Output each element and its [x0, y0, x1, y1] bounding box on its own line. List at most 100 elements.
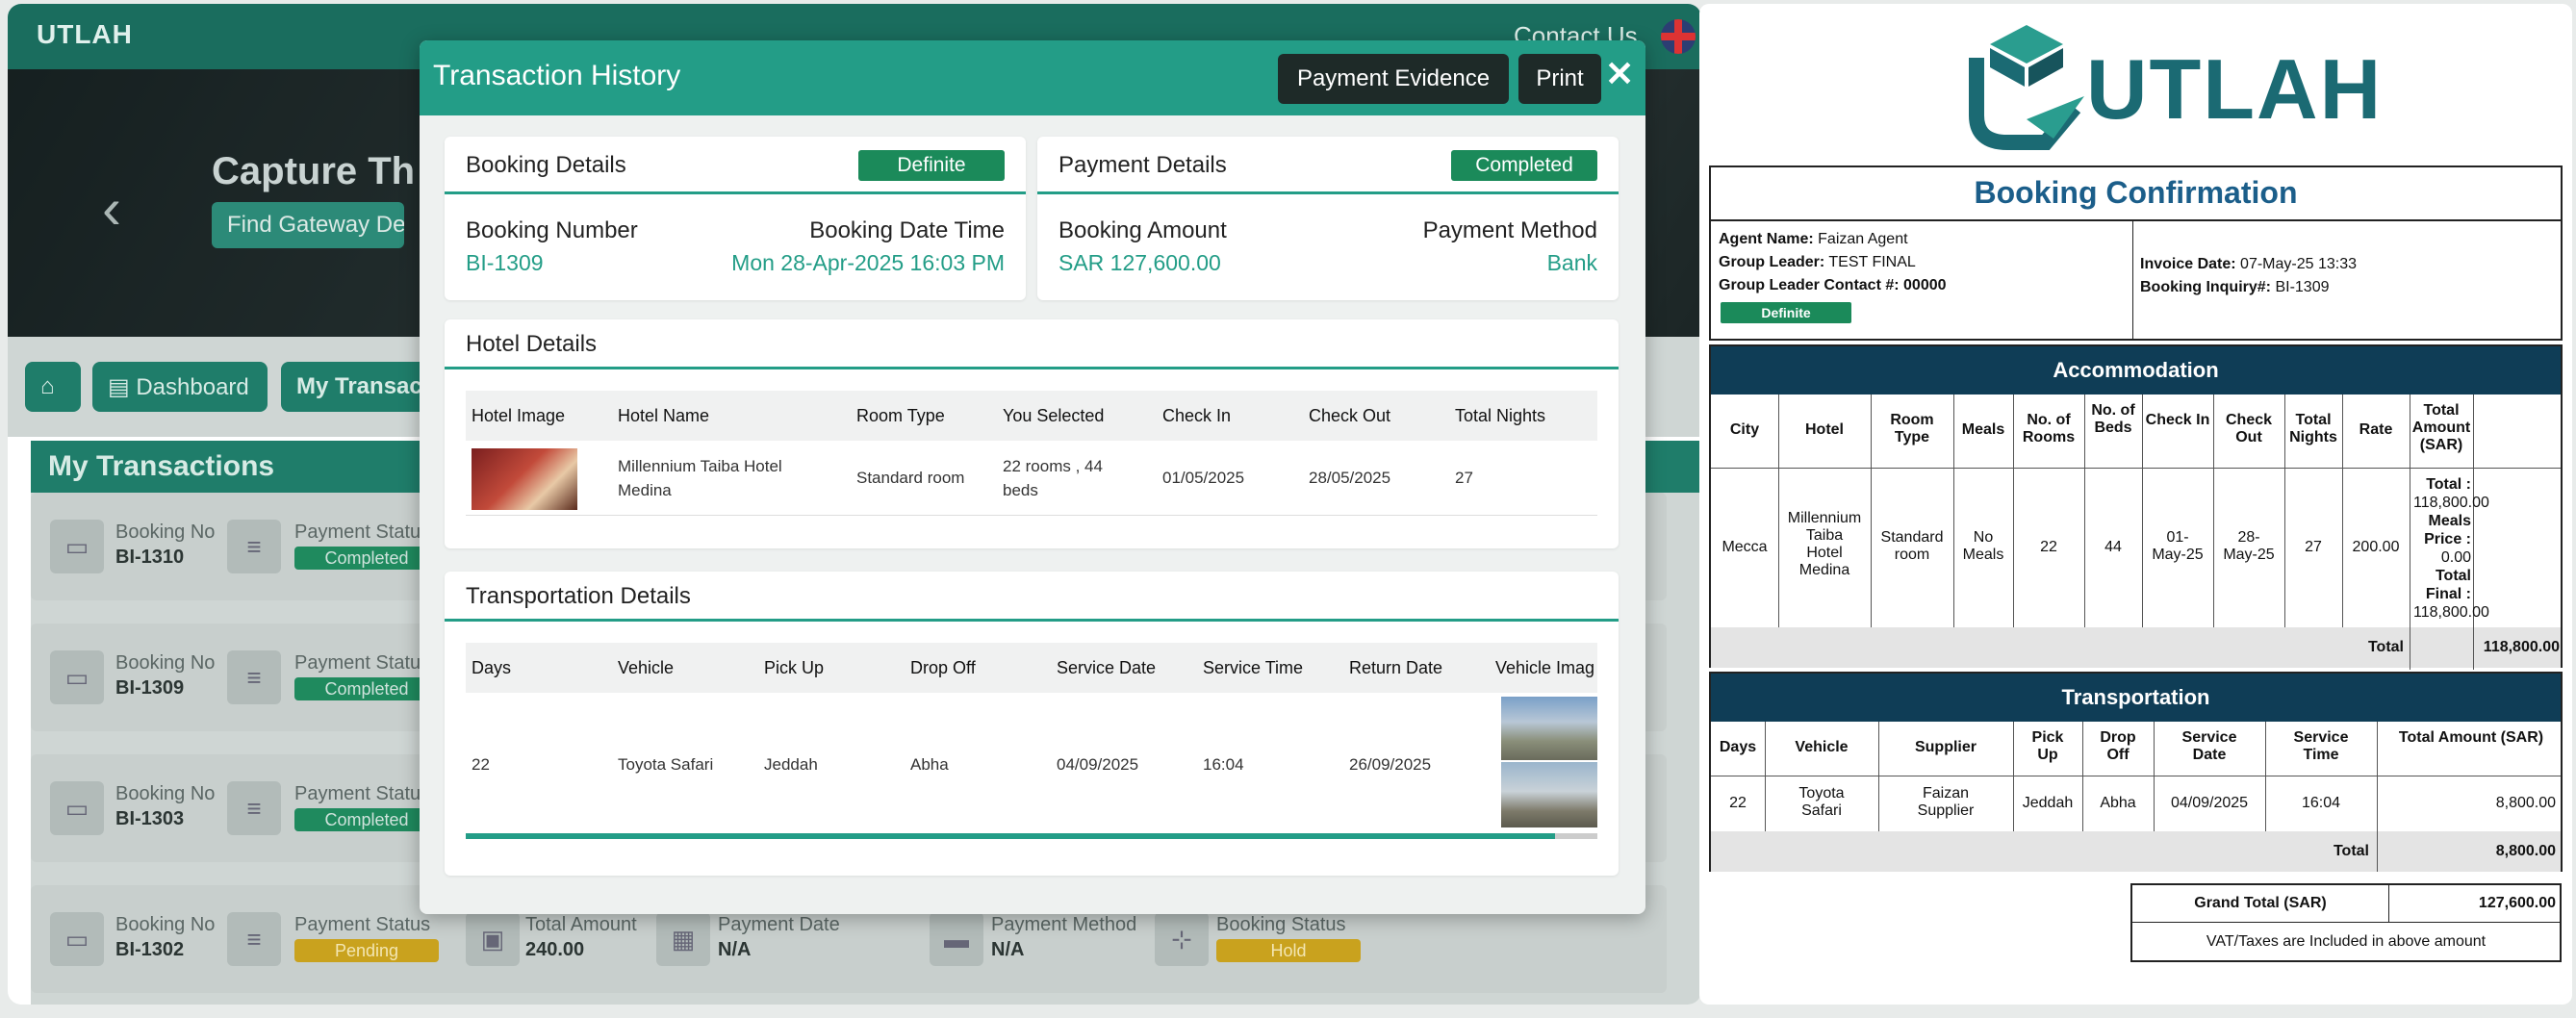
col-header: Hotel: [1805, 421, 1844, 438]
col-header: Days: [472, 658, 512, 677]
card-title: Booking Details: [466, 152, 626, 178]
booking-no-label: Booking No: [115, 522, 216, 543]
confirmation-header-box: Booking Confirmation Agent Name: Faizan …: [1709, 165, 2563, 341]
booking-datetime-value: Mon 28-Apr-2025 16:03 PM: [731, 250, 1005, 275]
booking-inquiry: Booking Inquiry#: BI-1309: [2140, 279, 2330, 295]
drop-off: Abha: [910, 755, 949, 774]
chevron-left-icon[interactable]: ‹: [102, 175, 121, 242]
payment-date-value: N/A: [718, 939, 752, 960]
site-logo[interactable]: UTLAH: [37, 19, 133, 50]
utlah-logo: UTLAH: [1959, 19, 2381, 154]
payment-date-label: Payment Date: [718, 914, 840, 935]
hotel-name: Millennium Taiba Hotel Medina: [618, 457, 782, 499]
transport-table-header: Days Vehicle Pick Up Drop Off Service Da…: [466, 643, 1597, 693]
total-amount: 8,800.00: [2495, 795, 2556, 811]
status-badge: Completed: [294, 547, 439, 570]
divider: [2377, 722, 2378, 872]
vehicle: Toyota Safari: [1798, 785, 1845, 819]
id-card-icon: ▭: [50, 650, 104, 704]
meals-price-value: 0.00: [2440, 549, 2471, 566]
col-header: Check Out: [2225, 412, 2273, 445]
accommodation-band: Accommodation: [1711, 346, 2561, 394]
status-badge: Completed: [294, 808, 439, 831]
amount-breakdown: Total : 118,800.00 Meals Price : 0.00 To…: [2413, 475, 2489, 622]
divider: [2132, 221, 2133, 341]
booking-no-value: BI-1302: [115, 939, 185, 960]
payment-status-label: Payment Status: [294, 914, 431, 935]
divider: [2132, 922, 2560, 923]
group-leader-contact: Group Leader Contact #: 00000: [1719, 277, 1947, 293]
col-header: Room Type: [856, 406, 945, 425]
col-header: Rate: [2359, 421, 2393, 438]
col-header: Total Nights: [1455, 406, 1546, 425]
service-time: 16:04: [2301, 795, 2341, 811]
transport-total-label: Total: [2333, 843, 2369, 859]
check-in: 01-May-25: [2152, 529, 2204, 563]
no-of-rooms: 22: [2040, 539, 2057, 555]
card-header: Booking Details Definite: [445, 137, 1026, 194]
total-nights: 27: [1455, 469, 1473, 487]
status-badge: Hold: [1216, 939, 1361, 962]
col-header: Vehicle Imag: [1495, 658, 1595, 677]
total-amount-value: 240.00: [525, 939, 585, 960]
my-transactions-tab[interactable]: My Transact: [281, 362, 435, 412]
uk-flag-icon[interactable]: [1661, 19, 1696, 54]
col-header: Check Out: [1309, 406, 1391, 425]
booking-no-value: BI-1309: [115, 677, 185, 699]
booking-no-label: Booking No: [115, 783, 216, 804]
agent-name: Agent Name: Faizan Agent: [1719, 231, 1908, 247]
payment-details-card: Payment Details Completed Booking Amount…: [1037, 137, 1619, 300]
total-final-value: 118,800.00: [2413, 604, 2489, 621]
rate: 200.00: [2352, 539, 2400, 555]
hero-title: Capture Th: [212, 150, 416, 192]
payment-method-label: Payment Method: [991, 914, 1137, 935]
dashboard-button[interactable]: ▤ Dashboard: [92, 362, 268, 412]
horizontal-scrollbar[interactable]: [466, 833, 1597, 839]
vat-note: VAT/Taxes are Included in above amount: [2206, 933, 2487, 950]
transaction-history-modal: Transaction History Payment Evidence Pri…: [420, 40, 1645, 914]
hotel-row: Millennium Taiba Hotel Medina Standard r…: [466, 441, 1597, 516]
modal-title: Transaction History: [433, 60, 681, 91]
transportation-section: Transportation Days Vehicle Supplier Pic…: [1709, 672, 2563, 872]
hotel-image: [472, 448, 577, 510]
col-header: Total Amount (SAR): [2398, 729, 2544, 746]
service-date: 04/09/2025: [1057, 755, 1139, 774]
divider: [2265, 722, 2266, 831]
divider: [2013, 722, 2014, 831]
transportation-details-card: Transportation Details Days Vehicle Pick…: [445, 572, 1619, 876]
col-header: City: [1729, 421, 1760, 438]
booking-confirmation-document: UTLAH Booking Confirmation Agent Name: F…: [1699, 4, 2572, 1005]
pick-up: Jeddah: [2022, 795, 2074, 811]
close-icon[interactable]: ✕: [1605, 54, 1634, 94]
sliders-icon: ≡: [227, 781, 281, 835]
total-final-label: Total Final :: [2425, 568, 2471, 602]
sitemap-icon: ⊹: [1155, 912, 1209, 966]
print-button[interactable]: Print: [1518, 54, 1601, 104]
transportation-band: Transportation: [1711, 674, 2561, 722]
col-header: Hotel Image: [472, 406, 566, 425]
divider: [2142, 394, 2143, 627]
payment-evidence-button[interactable]: Payment Evidence: [1278, 54, 1509, 104]
status-badge: Completed: [294, 677, 439, 700]
vehicle: Toyota Safari: [618, 755, 714, 774]
scrollbar-thumb[interactable]: [466, 833, 1555, 839]
col-header: No. of Rooms: [2022, 412, 2076, 445]
col-header: Check In: [1162, 406, 1232, 425]
card-icon: ▬: [930, 912, 983, 966]
find-gateway-button[interactable]: Find Gateway Dea: [212, 202, 404, 248]
card-header: Hotel Details: [445, 319, 1619, 369]
booking-no-value: BI-1310: [115, 547, 185, 568]
card-title: Payment Details: [1058, 152, 1227, 178]
home-button[interactable]: ⌂: [25, 362, 81, 412]
col-header: Service Date: [2181, 729, 2237, 763]
sliders-icon: ≡: [227, 650, 281, 704]
payment-method-label: Payment Method: [1422, 217, 1597, 243]
dashboard-label: Dashboard: [136, 374, 249, 400]
col-header: Service Date: [1057, 658, 1157, 677]
booking-no-label: Booking No: [115, 652, 216, 674]
meals-price-label: Meals Price :: [2424, 513, 2471, 547]
payment-method-value: Bank: [1546, 250, 1597, 275]
drop-off: Abha: [2100, 795, 2136, 811]
grand-total-value: 127,600.00: [2478, 895, 2556, 911]
no-of-beds: 44: [2104, 539, 2122, 555]
